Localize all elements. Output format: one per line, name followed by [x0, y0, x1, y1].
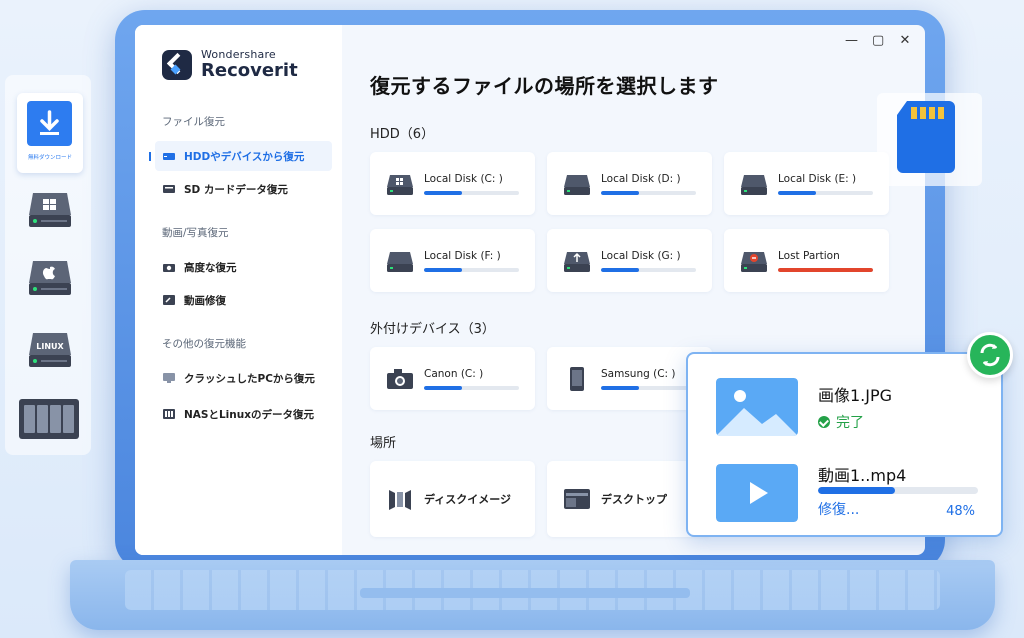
- download-icon: [27, 101, 72, 146]
- camera-device-icon: [386, 367, 414, 391]
- refresh-sync-button[interactable]: [967, 332, 1013, 378]
- sd-card-badge: [877, 93, 982, 186]
- sidebar-item-video-repair[interactable]: 動画修復: [155, 285, 332, 315]
- disk-card[interactable]: Local Disk (G: ): [547, 229, 712, 292]
- sd-card-icon: [163, 185, 175, 193]
- recoverit-logo-icon: [162, 49, 192, 80]
- sidebar-item-label: 高度な復元: [184, 261, 237, 274]
- sidebar-item-label: クラッシュしたPCから復元: [184, 372, 315, 385]
- external-section-heading: 外付けデバイス（3）: [370, 322, 495, 337]
- location-label: ディスクイメージ: [424, 493, 512, 506]
- sidebar-item-label: HDDやデバイスから復元: [184, 150, 305, 163]
- disk-usage-bar: [778, 267, 873, 272]
- repair-status: 修復...: [818, 502, 860, 518]
- disk-card[interactable]: Lost Partion: [724, 229, 889, 292]
- location-card[interactable]: ディスクイメージ: [370, 461, 535, 537]
- brand-name: Recoverit: [201, 60, 298, 81]
- section-heading-file-recovery: ファイル復元: [162, 116, 225, 128]
- section-heading-other-recovery: その他の復元機能: [162, 338, 246, 350]
- video-repair-icon: [163, 295, 175, 305]
- sidebar-item-advanced-recovery[interactable]: 高度な復元: [155, 252, 332, 282]
- apple-drive-icon[interactable]: [25, 253, 75, 303]
- laptop-trackpad-edge: [360, 588, 690, 598]
- disk-usage-bar: [424, 267, 519, 272]
- disk-icon: [740, 172, 768, 196]
- disk-icon: [386, 249, 414, 273]
- sidebar-item-hdd-recovery[interactable]: HDDやデバイスから復元: [149, 141, 332, 171]
- minimize-button[interactable]: —: [845, 33, 858, 48]
- desktop-icon: [563, 487, 591, 511]
- download-label: 無料ダウンロード: [27, 155, 72, 161]
- disk-card[interactable]: Local Disk (C: ): [370, 152, 535, 215]
- disk-usage-bar: [601, 190, 696, 195]
- sidebar-item-crashed-pc[interactable]: クラッシュしたPCから復元: [155, 363, 332, 393]
- hdd-grid: Local Disk (C: ) Local Disk (D: ) Local Di…: [370, 152, 925, 292]
- refresh-icon: [980, 343, 1000, 367]
- disk-label: Local Disk (C: ): [424, 172, 503, 185]
- disk-label: Lost Partion: [778, 249, 840, 262]
- camera-icon: [163, 264, 175, 272]
- disk-label: Local Disk (D: ): [601, 172, 681, 185]
- phone-device-icon: [563, 366, 591, 391]
- sd-card-icon: [897, 101, 955, 173]
- device-usage-bar: [601, 385, 696, 390]
- nas-icon: [163, 409, 175, 419]
- file-name-image: 画像1.JPG: [818, 386, 893, 405]
- disk-icon: [563, 172, 591, 196]
- linux-drive-icon[interactable]: LINUX: [25, 325, 75, 375]
- device-usage-bar: [424, 385, 519, 390]
- video-file-thumbnail-icon: [716, 464, 798, 522]
- svg-text:LINUX: LINUX: [36, 342, 64, 351]
- disk-image-icon: [386, 487, 414, 511]
- status-complete: 完了: [818, 412, 864, 432]
- lost-partition-icon: [740, 249, 768, 273]
- disk-label: Local Disk (G: ): [601, 249, 681, 262]
- page-title: 復元するファイルの場所を選択します: [370, 74, 719, 98]
- disk-card[interactable]: Local Disk (D: ): [547, 152, 712, 215]
- device-label: Samsung (C: ): [601, 367, 676, 380]
- close-button[interactable]: ✕: [899, 33, 911, 48]
- brand-logo: Wondershare Recoverit: [135, 49, 342, 80]
- brand-top: Wondershare: [201, 48, 276, 61]
- check-icon: [818, 416, 830, 428]
- section-heading-media-recovery: 動画/写真復元: [162, 227, 229, 239]
- disk-label: Local Disk (F: ): [424, 249, 501, 262]
- window-controls: — ▢ ✕: [845, 33, 911, 48]
- repair-progress-bar: [818, 487, 978, 494]
- windows-drive-icon[interactable]: [25, 185, 75, 235]
- sidebar-item-label: SD カードデータ復元: [184, 183, 288, 196]
- nas-device-icon[interactable]: [17, 397, 81, 441]
- image-file-thumbnail-icon: [716, 378, 798, 436]
- location-label: デスクトップ: [601, 493, 667, 506]
- device-label: Canon (C: ): [424, 367, 484, 380]
- sidebar-item-label: NASとLinuxのデータ復元: [184, 408, 314, 421]
- disk-usage-bar: [424, 190, 519, 195]
- windows-disk-icon: [386, 172, 414, 196]
- usb-disk-icon: [563, 249, 591, 273]
- sidebar: Wondershare Recoverit ファイル復元 HDDやデバイスから復…: [135, 25, 342, 555]
- download-button[interactable]: 無料ダウンロード: [17, 93, 83, 173]
- sidebar-item-sd-card-recovery[interactable]: SD カードデータ復元: [155, 174, 332, 204]
- side-dock: 無料ダウンロード LINUX: [5, 75, 91, 455]
- maximize-button[interactable]: ▢: [872, 33, 884, 48]
- hdd-icon: [163, 153, 175, 160]
- disk-usage-bar: [601, 267, 696, 272]
- sidebar-item-label: 動画修復: [184, 294, 226, 307]
- monitor-icon: [163, 373, 175, 383]
- disk-card[interactable]: Local Disk (F: ): [370, 229, 535, 292]
- disk-card[interactable]: Local Disk (E: ): [724, 152, 889, 215]
- hdd-section-heading: HDD（6）: [370, 127, 435, 142]
- device-card[interactable]: Canon (C: ): [370, 347, 535, 410]
- sidebar-item-nas-linux[interactable]: NASとLinuxのデータ復元: [155, 399, 332, 429]
- disk-usage-bar: [778, 190, 873, 195]
- disk-label: Local Disk (E: ): [778, 172, 857, 185]
- status-complete-label: 完了: [836, 415, 864, 431]
- file-name-video: 動画1..mp4: [818, 466, 907, 485]
- recovery-progress-popup: 画像1.JPG 完了 動画1..mp4 修復... 48%: [686, 352, 1003, 537]
- repair-percent: 48%: [946, 504, 975, 519]
